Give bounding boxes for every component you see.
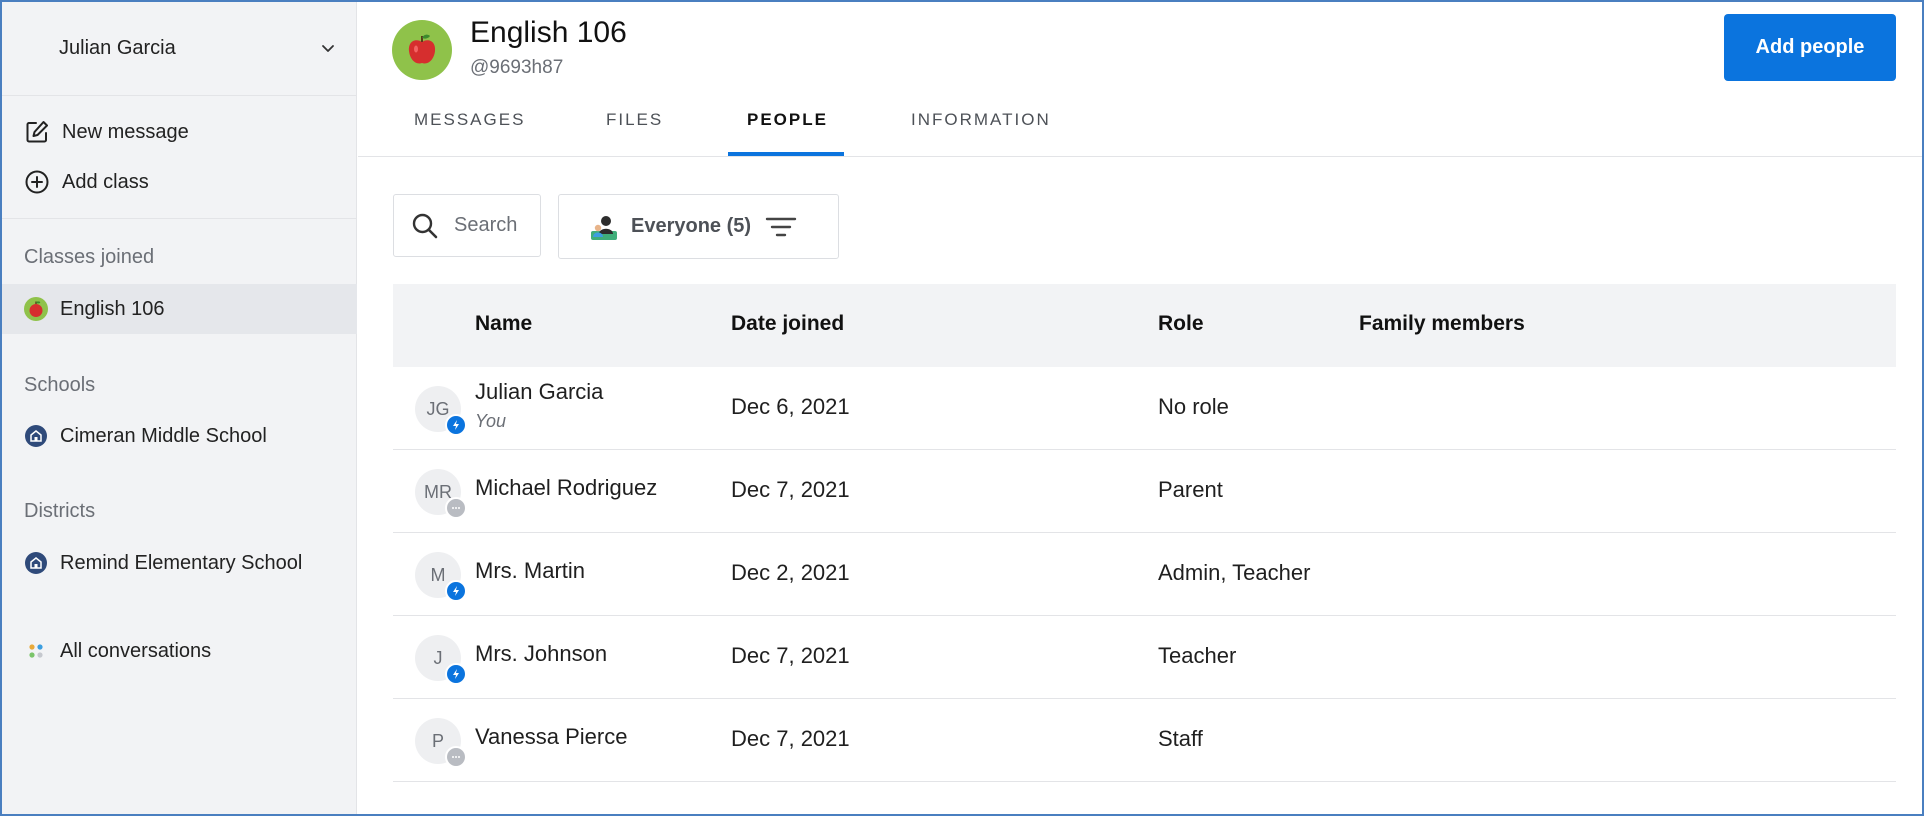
active-tab-indicator	[728, 152, 844, 156]
app-window: Julian Garcia New message Add class Clas…	[0, 0, 1924, 816]
sidebar: Julian Garcia New message Add class Clas…	[2, 2, 357, 814]
people-table: Name Date joined Role Family members JG …	[393, 284, 1896, 782]
table-row[interactable]: MR Michael Rodriguez Dec 7, 2021 Parent	[393, 450, 1896, 533]
role: Staff	[1158, 726, 1203, 751]
column-header-name[interactable]: Name	[475, 312, 532, 336]
table-header: Name Date joined Role Family members	[393, 284, 1896, 367]
apple-icon	[24, 297, 48, 321]
date-joined: Dec 7, 2021	[731, 726, 850, 751]
sidebar-item-label: Remind Elementary School	[60, 551, 303, 574]
sidebar-item-remind-elementary-school[interactable]: Remind Elementary School	[2, 538, 357, 588]
dots-grid-icon	[24, 639, 48, 663]
role: Teacher	[1158, 643, 1237, 668]
sidebar-item-english-106[interactable]: English 106	[2, 284, 357, 334]
tab-information[interactable]: INFORMATION	[911, 110, 1051, 130]
person-name: Julian Garcia	[475, 379, 604, 404]
user-name: Julian Garcia	[59, 37, 176, 59]
people-icon	[591, 215, 617, 240]
add-people-button[interactable]: Add people	[1724, 14, 1896, 81]
tab-files[interactable]: FILES	[606, 110, 663, 130]
user-switcher[interactable]: Julian Garcia	[2, 2, 357, 96]
districts-heading: Districts	[24, 500, 96, 522]
role: Parent	[1158, 477, 1223, 502]
date-joined: Dec 7, 2021	[731, 477, 850, 502]
class-code: @9693h87	[470, 57, 564, 78]
table-row[interactable]: P Vanessa Pierce Dec 7, 2021 Staff	[393, 699, 1896, 782]
new-message-button[interactable]: New message	[24, 115, 189, 149]
sidebar-item-label: English 106	[60, 297, 165, 320]
lightning-badge-icon	[445, 580, 467, 602]
sidebar-item-cimeran-middle-school[interactable]: Cimeran Middle School	[2, 411, 357, 461]
tab-bar: MESSAGES FILES PEOPLE INFORMATION	[358, 97, 1922, 157]
school-icon	[24, 424, 48, 448]
lightning-badge-icon	[445, 414, 467, 436]
table-row[interactable]: J Mrs. Johnson Dec 7, 2021 Teacher	[393, 616, 1896, 699]
lightning-badge-icon	[445, 663, 467, 685]
divider	[2, 218, 357, 219]
date-joined: Dec 2, 2021	[731, 560, 850, 585]
plus-circle-icon	[24, 169, 50, 195]
filter-label: Everyone (5)	[631, 215, 752, 237]
add-class-button[interactable]: Add class	[24, 165, 149, 199]
chevron-down-icon	[322, 45, 334, 52]
person-name: Mrs. Johnson	[475, 641, 608, 666]
page-title: English 106	[470, 16, 627, 49]
new-message-label: New message	[62, 120, 189, 143]
date-joined: Dec 7, 2021	[731, 643, 850, 668]
main-panel: English 106 @9693h87 Add people MESSAGES…	[358, 2, 1922, 814]
apple-icon	[392, 20, 452, 80]
search-icon	[412, 213, 438, 238]
person-name: Mrs. Martin	[475, 558, 585, 583]
you-label: You	[475, 411, 507, 431]
search-input[interactable]	[454, 214, 524, 237]
table-row[interactable]: M Mrs. Martin Dec 2, 2021 Admin, Teacher	[393, 533, 1896, 616]
sidebar-item-label: All conversations	[60, 639, 212, 662]
column-header-date-joined[interactable]: Date joined	[731, 312, 844, 336]
tab-messages[interactable]: MESSAGES	[414, 110, 525, 130]
sidebar-item-all-conversations[interactable]: All conversations	[2, 626, 357, 676]
schools-heading: Schools	[24, 374, 96, 396]
column-header-role[interactable]: Role	[1158, 312, 1204, 336]
person-name: Vanessa Pierce	[475, 724, 628, 749]
date-joined: Dec 6, 2021	[731, 394, 850, 419]
role: Admin, Teacher	[1158, 560, 1311, 585]
edit-icon	[24, 119, 50, 145]
tab-people[interactable]: PEOPLE	[747, 110, 828, 130]
role: No role	[1158, 394, 1229, 419]
add-class-label: Add class	[62, 170, 149, 193]
school-icon	[24, 551, 48, 575]
audience-filter-button[interactable]: Everyone (5)	[558, 194, 839, 259]
ellipsis-badge-icon	[445, 497, 467, 519]
column-header-family-members[interactable]: Family members	[1359, 312, 1525, 336]
ellipsis-badge-icon	[445, 746, 467, 768]
search-box[interactable]	[393, 194, 541, 257]
person-name: Michael Rodriguez	[475, 475, 658, 500]
classes-heading: Classes joined	[24, 246, 155, 268]
sidebar-item-label: Cimeran Middle School	[60, 424, 267, 447]
filter-icon	[765, 217, 797, 236]
table-row[interactable]: JG Julian Garcia You Dec 6, 2021 No role	[393, 367, 1896, 450]
